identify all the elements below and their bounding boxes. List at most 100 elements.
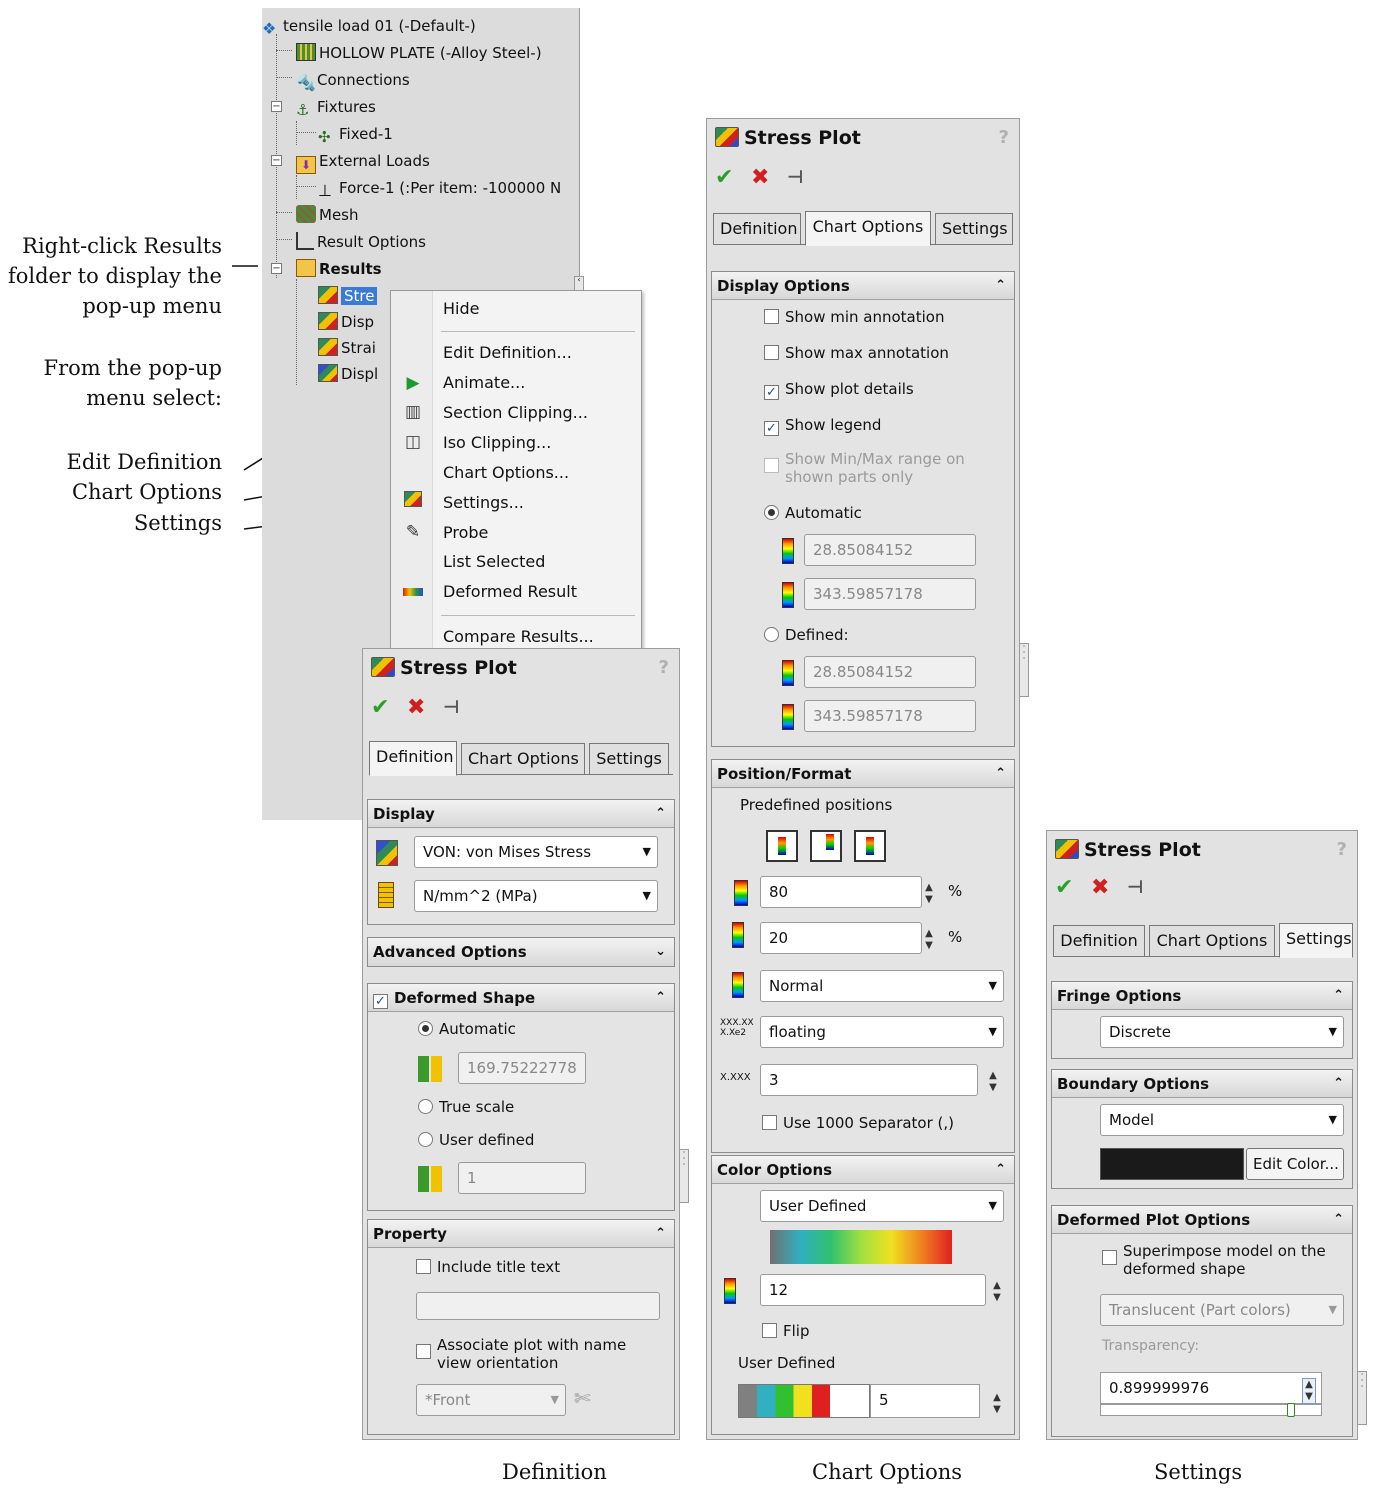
user-color-count-field[interactable]: 5 [870, 1384, 980, 1418]
menu-edit-definition[interactable]: Edit Definition... [443, 341, 572, 365]
title-text-field[interactable] [416, 1292, 660, 1320]
ok-check-icon[interactable]: ✔ [371, 695, 389, 721]
tab-definition[interactable]: Definition [713, 213, 801, 245]
tree-fixtures[interactable]: ⚓ Fixtures [296, 95, 376, 119]
show-max-checkbox[interactable]: Show max annotation [764, 344, 949, 362]
position-left-button[interactable] [766, 830, 798, 862]
show-range-checkbox[interactable]: Show Min/Max range on shown parts only [764, 450, 965, 486]
decimal-places-field[interactable]: 3 [760, 1064, 978, 1096]
menu-deformed-result[interactable]: Deformed Result [443, 580, 577, 604]
transparency-field[interactable]: 0.899999976 [1100, 1372, 1322, 1404]
deformed-shape-header[interactable]: ✓ Deformed Shape ⌃ [368, 984, 674, 1012]
fixtures-collapse-toggle[interactable]: − [271, 101, 282, 112]
legend-width-field[interactable]: 80 [760, 876, 922, 908]
color-count-field[interactable]: 12 [760, 1274, 986, 1306]
collapse-icon[interactable]: ⌃ [995, 1156, 1006, 1184]
view-orientation-select[interactable]: *Front ▼ [416, 1384, 566, 1416]
menu-settings[interactable]: Settings... [443, 491, 524, 515]
tab-chart-options[interactable]: Chart Options [805, 211, 931, 246]
ok-check-icon[interactable]: ✔ [715, 165, 733, 191]
tree-result-strain[interactable]: Strai [318, 336, 376, 360]
tree-result-options[interactable]: Result Options [296, 230, 426, 254]
legend-height-field[interactable]: 20 [760, 922, 922, 954]
panel-splitter-handle[interactable]: · · · [1019, 643, 1029, 697]
menu-list-selected[interactable]: List Selected [443, 550, 545, 574]
tab-settings[interactable]: Settings [935, 213, 1013, 245]
cancel-x-icon[interactable]: ✖ [407, 695, 425, 721]
auto-max-field[interactable]: 343.59857178 [804, 578, 976, 610]
user-color-swatches[interactable] [738, 1384, 870, 1418]
help-icon[interactable]: ? [659, 657, 669, 678]
legend-height-spinner[interactable]: ▲ ▼ [922, 928, 936, 952]
deformed-plot-options-header[interactable]: Deformed Plot Options ⌃ [1052, 1206, 1352, 1234]
advanced-options-header[interactable]: Advanced Options ⌄ [368, 938, 674, 966]
results-collapse-toggle[interactable]: − [271, 263, 282, 274]
user-defined-radio[interactable]: User defined [418, 1131, 534, 1149]
pushpin-icon[interactable]: ⊣ [787, 165, 803, 191]
cancel-x-icon[interactable]: ✖ [1091, 875, 1109, 901]
tab-chart-options[interactable]: Chart Options [1149, 925, 1275, 957]
defined-min-field[interactable]: 28.85084152 [804, 656, 976, 688]
edit-color-button[interactable]: Edit Color... [1246, 1148, 1344, 1180]
component-select[interactable]: VON: von Mises Stress ▼ [414, 836, 658, 868]
tree-result-stress[interactable]: Stre [318, 284, 378, 308]
tab-settings[interactable]: Settings [1279, 923, 1353, 958]
defined-radio[interactable]: Defined: [764, 626, 849, 644]
fringe-type-select[interactable]: Discrete ▼ [1100, 1016, 1344, 1048]
transparency-spinner[interactable]: ▲ ▼ [1302, 1378, 1316, 1404]
units-select[interactable]: N/mm^2 (MPa) ▼ [414, 880, 658, 912]
collapse-icon[interactable]: ⌃ [995, 760, 1006, 788]
tree-part[interactable]: HOLLOW PLATE (-Alloy Steel-) [296, 41, 542, 65]
property-header[interactable]: Property ⌃ [368, 1220, 674, 1248]
transparency-slider[interactable] [1100, 1403, 1322, 1417]
panel-splitter-handle[interactable]: · · · [1357, 1371, 1367, 1425]
color-count-spinner[interactable]: ▲ ▼ [990, 1280, 1004, 1304]
tree-root[interactable]: ❖ tensile load 01 (-Default-) [262, 14, 476, 38]
color-options-header[interactable]: Color Options ⌃ [712, 1156, 1014, 1184]
expand-icon[interactable]: ⌄ [655, 938, 666, 966]
tab-definition[interactable]: Definition [369, 741, 457, 776]
show-legend-checkbox[interactable]: ✓ Show legend [764, 416, 881, 436]
position-top-button[interactable] [854, 830, 886, 862]
tree-result-displacement[interactable]: Disp [318, 310, 374, 334]
position-format-header[interactable]: Position/Format ⌃ [712, 760, 1014, 788]
collapse-icon[interactable]: ⌃ [655, 1220, 666, 1248]
user-scale-field[interactable]: 1 [458, 1162, 586, 1194]
superimpose-checkbox[interactable]: Superimpose model on the deformed shape [1102, 1242, 1326, 1278]
tab-chart-options[interactable]: Chart Options [461, 743, 585, 775]
orientation-select[interactable]: Normal ▼ [760, 970, 1004, 1002]
cancel-x-icon[interactable]: ✖ [751, 165, 769, 191]
menu-chart-options[interactable]: Chart Options... [443, 461, 569, 485]
display-options-header[interactable]: Display Options ⌃ [712, 272, 1014, 300]
color-scheme-select[interactable]: User Defined ▼ [760, 1190, 1004, 1222]
tree-results-folder[interactable]: Results [296, 257, 382, 281]
show-plot-details-checkbox[interactable]: ✓ Show plot details [764, 380, 914, 400]
help-icon[interactable]: ? [999, 127, 1009, 148]
auto-scale-field[interactable]: 169.75222778 [458, 1052, 586, 1084]
tree-connections[interactable]: 🔩Connections [296, 68, 410, 92]
slider-thumb[interactable] [1287, 1403, 1295, 1417]
menu-hide[interactable]: Hide [443, 297, 479, 321]
number-format-select[interactable]: floating ▼ [760, 1016, 1004, 1048]
tree-result-displacement2[interactable]: Displ [318, 362, 378, 386]
automatic-radio[interactable]: Automatic [764, 504, 862, 522]
legend-width-spinner[interactable]: ▲ ▼ [922, 882, 936, 906]
fringe-options-header[interactable]: Fringe Options ⌃ [1052, 982, 1352, 1010]
auto-min-field[interactable]: 28.85084152 [804, 534, 976, 566]
pushpin-icon[interactable]: ⊣ [443, 695, 459, 721]
menu-animate[interactable]: Animate... [443, 371, 525, 395]
pushpin-icon[interactable]: ⊣ [1127, 875, 1143, 901]
user-color-count-spinner[interactable]: ▲ ▼ [990, 1392, 1004, 1416]
tab-definition[interactable]: Definition [1053, 925, 1145, 957]
menu-probe[interactable]: Probe [443, 521, 488, 545]
deformed-shape-checkbox[interactable]: ✓ [373, 994, 388, 1009]
tree-fixed-1[interactable]: ✣ Fixed-1 [318, 122, 393, 146]
thousand-separator-checkbox[interactable]: Use 1000 Separator (,) [762, 1114, 954, 1132]
include-title-checkbox[interactable]: Include title text [416, 1258, 560, 1276]
boundary-options-header[interactable]: Boundary Options ⌃ [1052, 1070, 1352, 1098]
automatic-radio[interactable]: Automatic [418, 1020, 516, 1038]
tree-force-1[interactable]: ⊥ Force-1 (:Per item: -100000 N [318, 176, 561, 200]
true-scale-radio[interactable]: True scale [418, 1098, 514, 1116]
collapse-icon[interactable]: ⌃ [1333, 1206, 1344, 1234]
show-min-checkbox[interactable]: Show min annotation [764, 308, 945, 326]
